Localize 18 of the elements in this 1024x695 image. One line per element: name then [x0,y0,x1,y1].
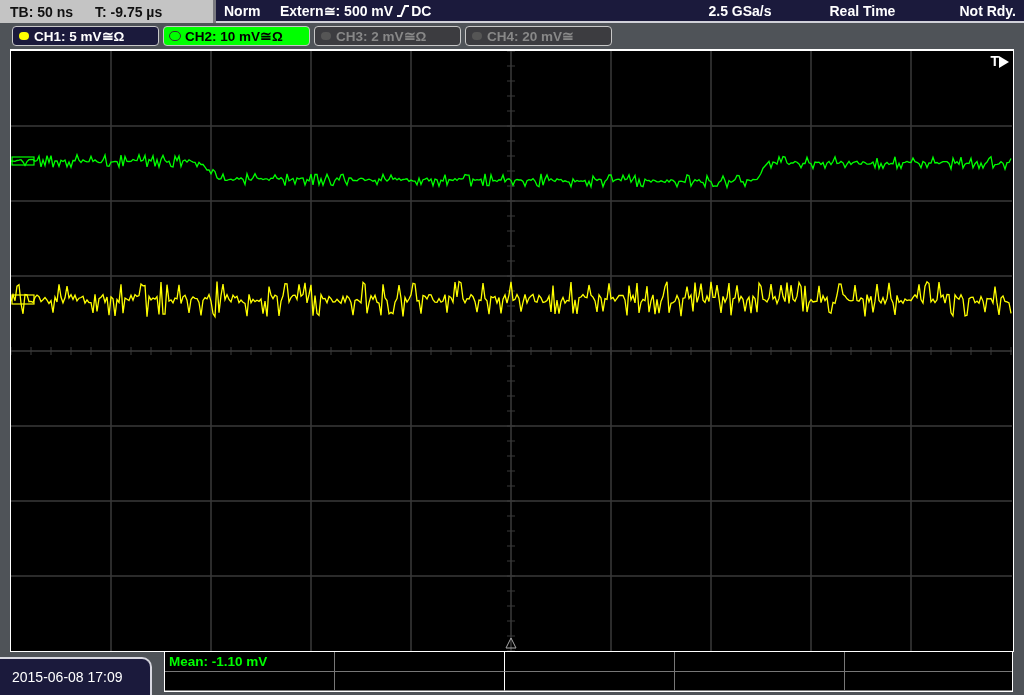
right-arrow-icon [999,56,1009,68]
sample-rate: 2.5 GSa/s [708,2,773,19]
channel-tab[interactable]: CH1: 5 mV≅Ω [12,26,159,47]
measurement-value: Mean: -1.10 mV [165,652,335,672]
channel-marker-icon [11,294,35,305]
trigger-time-readout: T: -9.75 µs [95,3,163,20]
status-readout: Not Rdy. [959,2,1017,19]
channel-tab[interactable]: CH2: 10 mV≅Ω [163,26,310,47]
trigger-marker-icon [505,637,517,649]
trigger-mode: Norm [224,2,262,19]
acquisition-mode: Real Time [829,2,897,19]
trigger-position-marker: T [990,53,999,69]
timebase-readout: TB: 50 ns [10,3,73,20]
channel-marker-icon [11,156,35,166]
date-time: 2015-06-08 17:09 [0,657,152,695]
rising-edge-icon [396,3,411,18]
trigger-coupling: DC [411,2,432,19]
trigger-source: Extern≅: 500 mV [280,2,394,19]
